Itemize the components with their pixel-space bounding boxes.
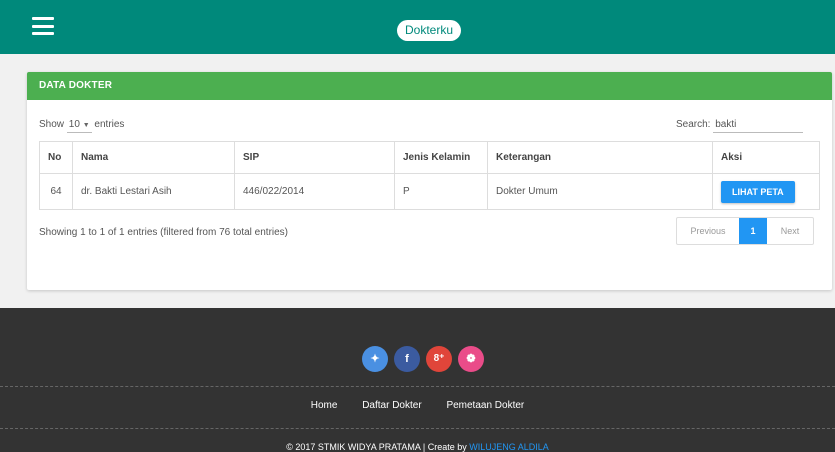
entries-length-control: Show 10 ▼ entries <box>39 119 124 133</box>
table-header-row: No Nama SIP Jenis Kelamin Keterangan Aks… <box>39 141 820 174</box>
entries-label: entries <box>94 119 125 130</box>
table-info: Showing 1 to 1 of 1 entries (filtered fr… <box>39 227 289 238</box>
cell-keterangan: Dokter Umum <box>487 173 713 210</box>
entries-select[interactable]: 10 ▼ <box>66 119 92 133</box>
search-input[interactable]: bakti <box>713 119 804 133</box>
search-label: Search: <box>676 119 711 130</box>
col-header-sip[interactable]: SIP <box>234 141 395 174</box>
cell-no: 64 <box>39 173 73 210</box>
next-page-button[interactable]: Next <box>767 218 813 244</box>
col-header-jenis-kelamin[interactable]: Jenis Kelamin <box>394 141 488 174</box>
col-header-aksi[interactable]: Aksi <box>712 141 820 174</box>
footer-divider <box>0 386 835 387</box>
previous-page-button[interactable]: Previous <box>677 218 739 244</box>
col-header-no[interactable]: No <box>39 141 73 174</box>
footer-link-pemetaan-dokter[interactable]: Pemetaan Dokter <box>446 400 524 411</box>
menu-icon[interactable] <box>32 17 54 35</box>
footer-link-home[interactable]: Home <box>311 400 338 411</box>
doctor-table: No Nama SIP Jenis Kelamin Keterangan Aks… <box>39 141 820 210</box>
footer-divider <box>0 428 835 429</box>
search-control: Search: bakti <box>676 119 804 133</box>
cell-jenis-kelamin: P <box>394 173 488 210</box>
facebook-icon[interactable]: f <box>394 346 420 372</box>
data-dokter-card: DATA DOKTER Show 10 ▼ entries Search: ba… <box>27 72 832 290</box>
table-row: 64 dr. Bakti Lestari Asih 446/022/2014 P… <box>39 173 820 210</box>
cell-nama: dr. Bakti Lestari Asih <box>72 173 235 210</box>
social-links: ✦ f 8⁺ ❁ <box>362 346 484 372</box>
footer: ✦ f 8⁺ ❁ Home Daftar Dokter Pemetaan Dok… <box>0 308 835 452</box>
google-plus-icon[interactable]: 8⁺ <box>426 346 452 372</box>
pagination: Previous 1 Next <box>676 217 814 245</box>
card-title: DATA DOKTER <box>27 72 832 100</box>
copyright-text: © 2017 STMIK WIDYA PRATAMA | Create by <box>286 442 470 452</box>
copyright: © 2017 STMIK WIDYA PRATAMA | Create by W… <box>0 442 835 452</box>
cell-sip: 446/022/2014 <box>234 173 395 210</box>
author-link[interactable]: WILUJENG ALDILA <box>469 442 549 452</box>
cell-aksi: LIHAT PETA <box>712 173 820 210</box>
col-header-nama[interactable]: Nama <box>72 141 235 174</box>
footer-link-daftar-dokter[interactable]: Daftar Dokter <box>362 400 421 411</box>
brand-logo[interactable]: Dokterku <box>397 20 461 41</box>
show-label: Show <box>39 119 65 130</box>
page-1-button[interactable]: 1 <box>739 218 767 244</box>
chevron-down-icon: ▼ <box>82 122 90 129</box>
col-header-keterangan[interactable]: Keterangan <box>487 141 713 174</box>
dribbble-icon[interactable]: ❁ <box>458 346 484 372</box>
top-navbar: Dokterku <box>0 0 835 54</box>
twitter-icon[interactable]: ✦ <box>362 346 388 372</box>
lihat-peta-button[interactable]: LIHAT PETA <box>721 180 795 203</box>
footer-nav: Home Daftar Dokter Pemetaan Dokter <box>0 400 835 411</box>
